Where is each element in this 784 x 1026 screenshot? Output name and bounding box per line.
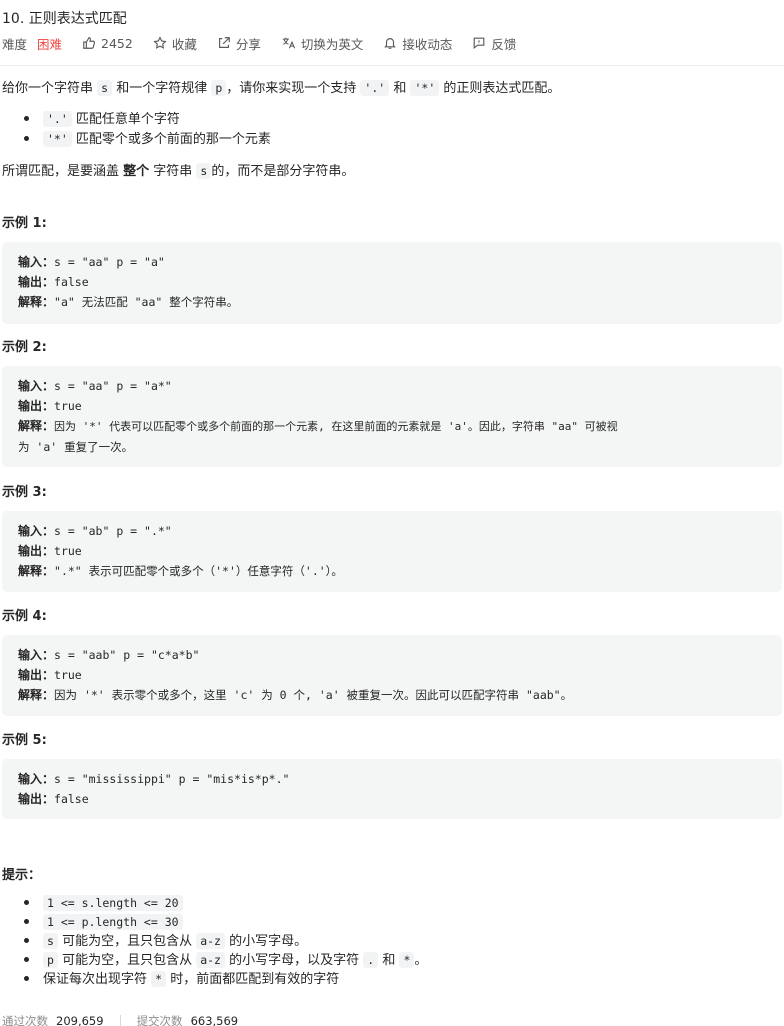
example-1-block: 输入：s = "aa" p = "a" 输出：false 解释："a" 无法匹配…	[2, 242, 782, 324]
stats-divider	[119, 1015, 121, 1026]
code-star: '*'	[410, 80, 440, 96]
list-item: 保证每次出现字符 * 时，前面都匹配到有效的字符	[24, 970, 427, 989]
problem-meta-bar: 难度 困难 2452 收藏 分享 切换为英文 接收动态 反馈	[2, 34, 536, 52]
passed-count: 209,659	[56, 1014, 104, 1026]
rule-list: '.' 匹配任意单个字符 '*' 匹配零个或多个前面的那一个元素	[24, 110, 271, 150]
code-dot: '.'	[360, 80, 390, 96]
header-divider	[0, 65, 784, 66]
thumbs-up-icon	[83, 37, 96, 49]
tips-title: 提示：	[2, 868, 42, 883]
example-5-block: 输入：s = "mississippi" p = "mis*is*p*." 输出…	[2, 759, 782, 819]
favorite-button[interactable]: 收藏	[153, 34, 197, 53]
like-count: 2452	[101, 35, 133, 51]
list-item: s 可能为空，且只包含从 a-z 的小写字母。	[24, 932, 427, 951]
list-item: p 可能为空，且只包含从 a-z 的小写字母，以及字符 . 和 *。	[24, 951, 427, 970]
favorite-label: 收藏	[171, 36, 197, 52]
example-2-block: 输入：s = "aa" p = "a*" 输出：true 解释：因为 '*' 代…	[2, 366, 782, 467]
feedback-label: 反馈	[491, 36, 517, 52]
bullet-dot	[24, 976, 29, 981]
share-button[interactable]: 分享	[217, 34, 261, 53]
list-item: 1 <= p.length <= 30	[24, 913, 427, 932]
feedback-button[interactable]: 反馈	[472, 34, 516, 53]
submission-stats: 通过次数 209,659 提交次数 663,569	[2, 1013, 238, 1026]
list-item: '*' 匹配零个或多个前面的那一个元素	[24, 130, 271, 150]
follow-button[interactable]: 接收动态	[383, 34, 452, 53]
problem-title: 10. 正则表达式匹配	[2, 11, 127, 27]
bullet-dot	[24, 116, 29, 121]
bullet-dot	[24, 919, 29, 924]
share-icon	[218, 37, 230, 48]
problem-description: 给你一个字符串 s 和一个字符规律 p ，请你来实现一个支持 '.' 和 '*' …	[2, 80, 561, 96]
like-button[interactable]: 2452	[82, 36, 133, 51]
bullet-dot	[24, 957, 29, 962]
follow-label: 接收动态	[402, 36, 453, 52]
switch-language-label: 切换为英文	[300, 36, 364, 52]
code-s: s	[97, 80, 113, 96]
passed-label: 通过次数	[2, 1014, 48, 1026]
example-4-block: 输入：s = "aab" p = "c*a*b" 输出：true 解释：因为 '…	[2, 635, 782, 716]
bullet-dot	[24, 938, 29, 943]
feedback-icon	[474, 37, 485, 49]
example-1-title: 示例 1:	[2, 216, 47, 231]
difficulty-badge: 困难	[37, 36, 63, 52]
list-item: 1 <= s.length <= 20	[24, 894, 427, 913]
bullet-dot	[24, 900, 29, 905]
code-p: p	[211, 80, 227, 96]
difficulty-label: 难度	[2, 36, 28, 52]
example-2-title: 示例 2:	[2, 340, 47, 355]
bell-icon	[384, 38, 397, 49]
match-scope-note: 所谓匹配，是要涵盖 整个 字符串 s 的，而不是部分字符串。	[2, 163, 355, 179]
tips-list: 1 <= s.length <= 20 1 <= p.length <= 30 …	[24, 894, 427, 989]
translate-icon	[282, 37, 295, 49]
example-5-title: 示例 5:	[2, 733, 47, 748]
submitted-count: 663,569	[190, 1014, 239, 1026]
bullet-dot	[24, 136, 29, 141]
submitted-label: 提交次数	[136, 1014, 183, 1026]
star-icon	[153, 36, 167, 49]
list-item: '.' 匹配任意单个字符	[24, 110, 271, 130]
share-label: 分享	[235, 36, 261, 52]
example-4-title: 示例 4:	[2, 609, 47, 624]
example-3-block: 输入：s = "ab" p = ".*" 输出：true 解释：".*" 表示可…	[2, 511, 782, 592]
switch-language-button[interactable]: 切换为英文	[281, 34, 364, 53]
example-3-title: 示例 3:	[2, 485, 47, 500]
